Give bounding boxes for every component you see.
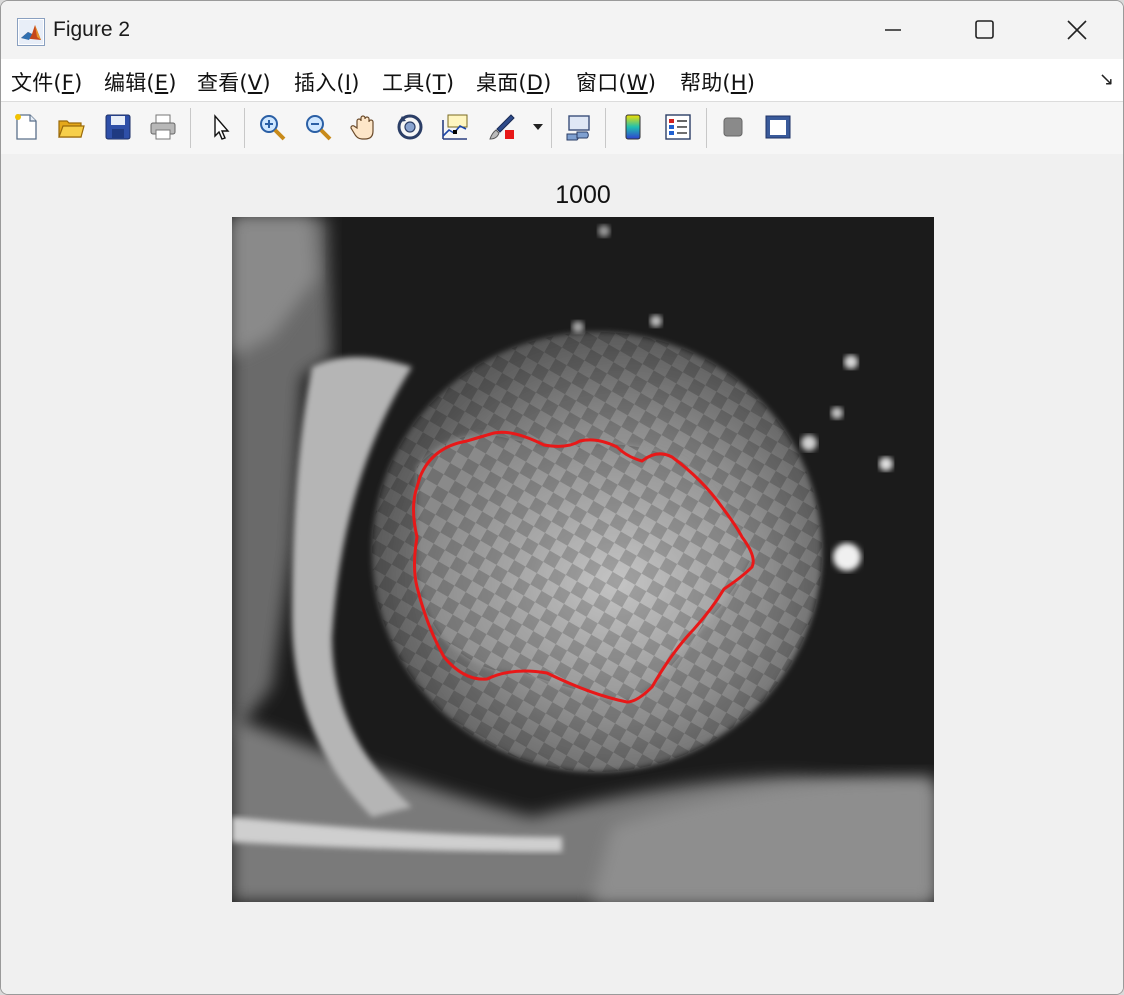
menu-window[interactable]: 窗口(W) [576,67,656,97]
menu-desktop[interactable]: 桌面(D) [476,67,552,97]
open-file-button[interactable] [54,110,88,144]
legend-button[interactable] [661,110,695,144]
brush-icon [489,114,515,140]
zoom-out-button[interactable] [301,110,335,144]
minimize-button[interactable] [847,1,939,59]
pan-button[interactable] [347,110,381,144]
zoom-in-button[interactable] [255,110,289,144]
close-button[interactable] [1031,1,1123,59]
toolbar-separator [605,108,606,148]
pan-hand-icon [350,115,374,140]
menu-bar: 文件(F) 编辑(E) 查看(V) 插入(I) 工具(T) 桌面(D) 窗口(W… [1,59,1123,101]
print-icon [150,114,176,140]
figure-window: Figure 2 文件(F) 编辑(E) 查看(V) 插入(I) 工具(T) 桌… [0,0,1124,995]
figure-toolbar [1,101,1123,155]
toolbar-separator [706,108,707,148]
colorbar-icon [625,114,641,140]
menu-insert[interactable]: 插入(I) [294,67,360,97]
pointer-icon [214,114,230,140]
window-title: Figure 2 [53,18,131,41]
legend-icon [665,114,691,140]
pointer-button[interactable] [203,110,237,144]
toolbar-separator [244,108,245,148]
save-button[interactable] [101,110,135,144]
title-bar[interactable]: Figure 2 [1,1,1123,59]
zoom-in-icon [260,115,286,141]
data-cursor-button[interactable] [438,110,472,144]
colorbar-button[interactable] [616,110,650,144]
menu-help[interactable]: 帮助(H) [680,67,755,97]
data-cursor-icon [442,114,468,140]
mri-image-graphic [232,217,934,902]
maximize-button[interactable] [939,1,1031,59]
hide-plot-tools-icon [723,117,743,137]
menu-view[interactable]: 查看(V) [197,67,271,97]
matlab-logo-icon [17,18,45,46]
brush-dropdown-icon [533,124,543,130]
dock-arrow-icon[interactable]: ↘ [1099,69,1114,90]
link-plot-icon [566,115,590,141]
rotate-3d-button[interactable] [393,110,427,144]
menu-tools[interactable]: 工具(T) [382,67,454,97]
print-button[interactable] [146,110,180,144]
new-figure-button[interactable] [9,110,43,144]
save-icon [105,114,131,140]
menu-file[interactable]: 文件(F) [11,67,82,97]
maximize-icon [975,20,994,39]
toolbar-separator [190,108,191,148]
brush-dropdown-button[interactable] [528,110,548,144]
minimize-icon [885,29,901,31]
toolbar-separator [551,108,552,148]
show-plot-tools-button[interactable] [761,110,795,144]
hide-plot-tools-button[interactable] [716,110,750,144]
link-plot-button[interactable] [561,110,595,144]
rotate-3d-icon [397,114,423,140]
menu-edit[interactable]: 编辑(E) [104,67,177,97]
zoom-out-icon [306,115,332,141]
new-figure-icon [15,114,37,140]
open-file-icon [58,120,85,138]
brush-button[interactable] [485,110,519,144]
axes-title: 1000 [555,181,611,209]
mri-image[interactable] [232,217,934,902]
show-plot-tools-icon [765,115,791,139]
close-icon [1067,20,1087,40]
